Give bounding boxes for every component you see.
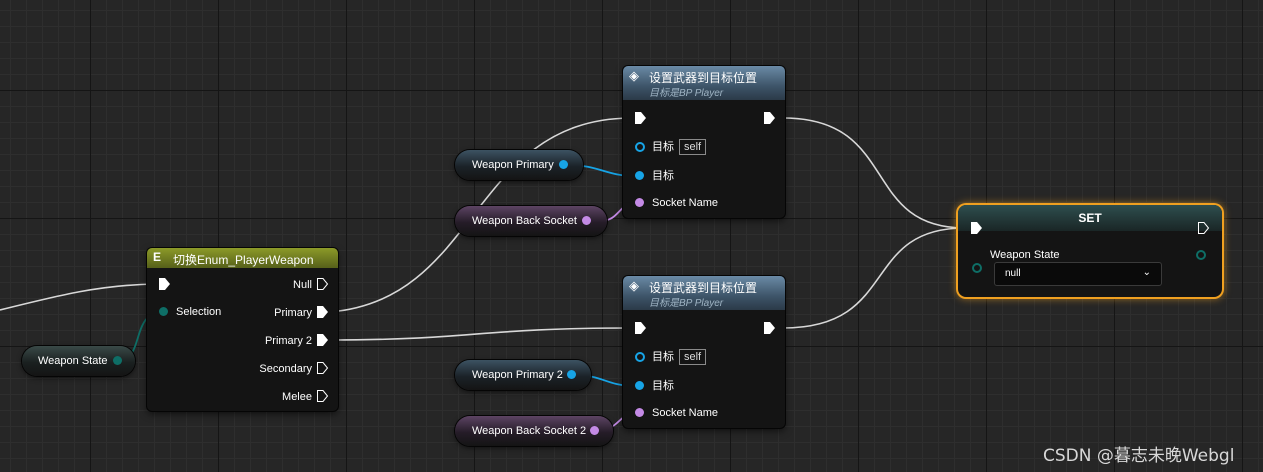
exec-wire-primary2	[329, 327, 631, 341]
exec-wire-set2-out	[782, 227, 966, 329]
var-out-pin[interactable]	[559, 160, 568, 169]
function-icon: ◈	[629, 278, 639, 293]
node-title: 切换Enum_PlayerWeapon	[173, 253, 314, 267]
switch-icon: E	[153, 250, 162, 264]
socket-name-pin[interactable]	[635, 408, 644, 417]
node-subtitle: 目标是BP Player	[649, 88, 724, 99]
socket-name-label: Socket Name	[652, 407, 719, 419]
var-out-pin[interactable]	[113, 356, 122, 365]
var-out-pin[interactable]	[590, 426, 599, 435]
weapon-primary-var-node[interactable]: Weapon Primary	[455, 150, 583, 180]
selection-pin[interactable]	[159, 307, 168, 316]
output-label-melee: Melee	[282, 391, 312, 403]
var-label: Weapon State	[38, 355, 108, 367]
switch-enum-node[interactable]: E 切换Enum_PlayerWeapon Selection Null Pri…	[147, 248, 338, 411]
socket-name-pin[interactable]	[635, 198, 644, 207]
weapon-back-socket-2-var-node[interactable]: Weapon Back Socket 2	[455, 416, 613, 446]
weapon-back-socket-var-node[interactable]: Weapon Back Socket	[455, 206, 607, 236]
set-weapon-node-1[interactable]: ◈ 设置武器到目标位置 目标是BP Player 目标 self 目标 Sock…	[623, 66, 785, 218]
target-pin[interactable]	[635, 381, 644, 390]
weapon-state-var-node[interactable]: Weapon State	[22, 346, 135, 376]
target-pin[interactable]	[635, 171, 644, 180]
socket-name-label: Socket Name	[652, 197, 719, 209]
output-label-null: Null	[293, 279, 312, 291]
target-self-field[interactable]: self	[679, 139, 707, 155]
value-out-pin[interactable]	[1196, 250, 1206, 260]
weapon-state-dropdown[interactable]: null ⌄	[994, 262, 1162, 286]
node-title: SET	[1078, 211, 1102, 225]
var-label: Weapon Back Socket 2	[472, 425, 587, 437]
target-self-field[interactable]: self	[679, 349, 707, 365]
value-in-pin[interactable]	[972, 263, 982, 273]
target-self-pin[interactable]	[635, 142, 645, 152]
function-icon: ◈	[629, 68, 639, 83]
output-label-secondary: Secondary	[259, 363, 312, 375]
var-label: Weapon Primary	[472, 159, 554, 171]
output-label-primary: Primary	[274, 307, 312, 319]
target-label: 目标	[652, 351, 674, 363]
watermark: CSDN @暮志未晚Webgl	[1043, 446, 1235, 466]
set-weapon-node-2[interactable]: ◈ 设置武器到目标位置 目标是BP Player 目标 self 目标 Sock…	[623, 276, 785, 428]
target-self-pin[interactable]	[635, 352, 645, 362]
var-label: Weapon State	[990, 249, 1060, 261]
var-label: Weapon Primary 2	[472, 369, 563, 381]
target-label: 目标	[652, 141, 674, 153]
var-out-pin[interactable]	[567, 370, 576, 379]
target2-label: 目标	[652, 380, 674, 392]
chevron-down-icon: ⌄	[1142, 267, 1151, 278]
output-label-primary2: Primary 2	[264, 335, 312, 347]
target2-label: 目标	[652, 170, 674, 182]
node-subtitle: 目标是BP Player	[649, 298, 724, 309]
exec-wire-set1-out	[782, 117, 966, 229]
weapon-primary-2-var-node[interactable]: Weapon Primary 2	[455, 360, 591, 390]
exec-wire-in	[0, 283, 156, 311]
selection-label: Selection	[176, 306, 222, 318]
dropdown-value: null	[1005, 268, 1021, 279]
var-label: Weapon Back Socket	[472, 215, 577, 227]
var-out-pin[interactable]	[582, 216, 591, 225]
